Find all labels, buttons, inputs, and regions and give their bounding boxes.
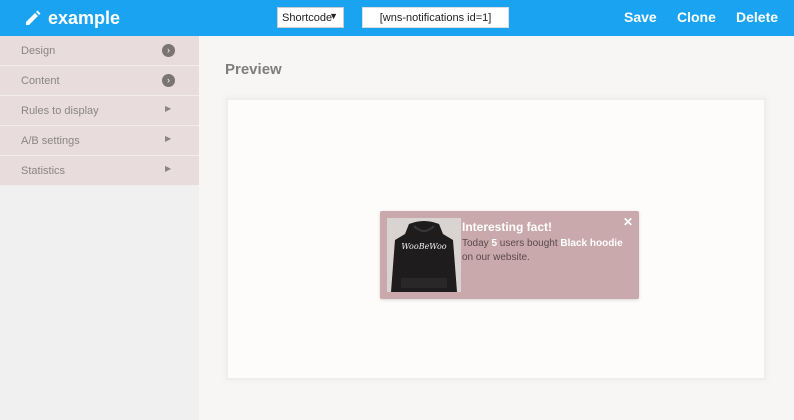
sidebar-background	[0, 186, 199, 420]
shortcode-field[interactable]	[362, 7, 509, 28]
top-bar: example Shortcode ▼ Save Clone Delete	[0, 0, 794, 36]
sidebar-item-label: Rules to display	[21, 105, 99, 117]
product-image[interactable]: WooBeWoo	[387, 218, 461, 292]
popup-title: Interesting fact!	[462, 220, 553, 234]
popup-text-middle: users bought	[497, 238, 561, 249]
title-area[interactable]: example	[24, 6, 120, 30]
sidebar-item-label: Design	[21, 45, 56, 57]
popup-text-before: Today	[462, 238, 492, 249]
sidebar-item-content[interactable]: Content ›	[0, 66, 199, 96]
triangle-right-icon: ▶	[165, 104, 172, 113]
settings-sidebar: Design › Content › Rules to display ▶ A/…	[0, 36, 199, 186]
sidebar-item-label: Content	[21, 75, 60, 87]
close-icon[interactable]: ✕	[623, 215, 633, 229]
hoodie-image: WooBeWoo	[387, 218, 461, 292]
sidebar-item-rules-to-display[interactable]: Rules to display ▶	[0, 96, 199, 126]
chevron-down-icon: ▼	[329, 11, 338, 21]
preview-heading: Preview	[225, 61, 282, 78]
pencil-icon[interactable]	[24, 9, 42, 27]
triangle-right-icon: ▶	[165, 134, 172, 143]
type-select[interactable]: Shortcode ▼	[277, 7, 344, 28]
delete-button[interactable]: Delete	[736, 9, 778, 25]
popup-text-after: on our website.	[462, 252, 530, 263]
sidebar-item-label: A/B settings	[21, 135, 80, 147]
circle-chevron-right-icon: ›	[162, 44, 175, 57]
sidebar-item-label: Statistics	[21, 165, 66, 177]
app-title[interactable]: example	[48, 8, 120, 29]
product-name: Black hoodie	[560, 238, 623, 249]
triangle-right-icon: ▶	[165, 164, 172, 173]
hoodie-print-text: WooBeWoo	[401, 242, 446, 251]
type-select-value: Shortcode	[282, 11, 333, 24]
circle-chevron-right-icon: ›	[162, 74, 175, 87]
popup-message: Today 5 users bought Black hoodie on our…	[462, 237, 632, 265]
sidebar-item-statistics[interactable]: Statistics ▶	[0, 156, 199, 186]
save-button[interactable]: Save	[624, 9, 657, 25]
notification-popup[interactable]: WooBeWoo Interesting fact! Today 5 users…	[380, 211, 639, 299]
sidebar-item-ab-settings[interactable]: A/B settings ▶	[0, 126, 199, 156]
clone-button[interactable]: Clone	[677, 9, 716, 25]
sidebar-item-design[interactable]: Design ›	[0, 36, 199, 66]
